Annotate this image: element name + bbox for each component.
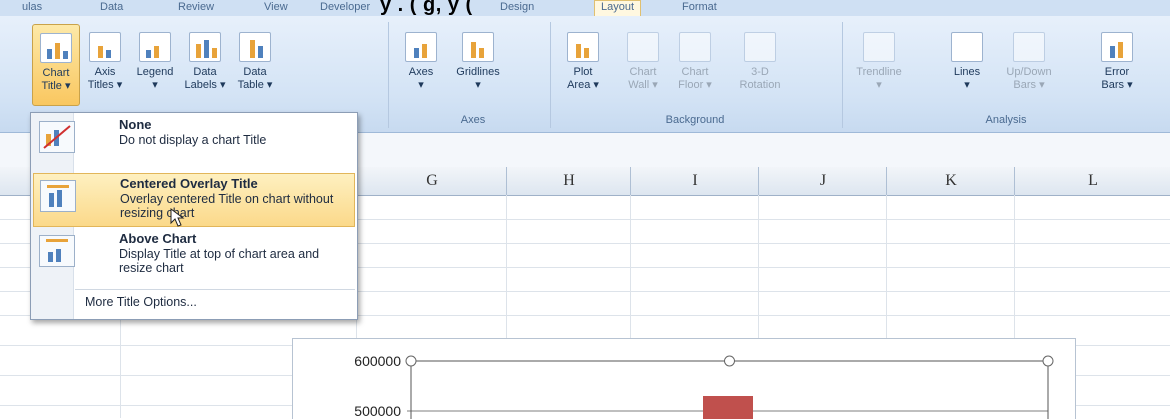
axes-icon	[405, 32, 437, 62]
resize-handle[interactable]	[405, 355, 417, 367]
data-labels-button[interactable]: Data Labels ▾	[182, 24, 228, 104]
y-tick-label: 500000	[354, 403, 401, 419]
group-label-analysis: Analysis	[985, 114, 1027, 126]
trendline-button[interactable]: Trendline ▾	[848, 24, 910, 104]
chart-floor-button[interactable]: Chart Floor ▾	[672, 24, 718, 104]
tab-formulas[interactable]: ulas	[22, 1, 42, 13]
chart-floor-icon	[679, 32, 711, 62]
legend-button[interactable]: Legend ▾	[132, 24, 178, 104]
tab-view[interactable]: View	[264, 1, 288, 13]
mouse-cursor-icon	[170, 208, 185, 227]
chart-area[interactable]: 600000 500000	[292, 338, 1076, 419]
column-header-g[interactable]: G	[356, 167, 507, 195]
menu-divider	[75, 289, 355, 290]
video-caption: y . ( g, y (	[380, 0, 473, 16]
3d-rotation-button[interactable]: 3-D Rotation	[730, 24, 790, 104]
column-header-h[interactable]: H	[506, 167, 631, 195]
no-title-icon	[39, 121, 75, 153]
group-separator	[842, 22, 843, 128]
column-header-k[interactable]: K	[886, 167, 1015, 195]
tab-data[interactable]: Data	[100, 1, 123, 13]
data-table-icon	[239, 32, 271, 62]
chart-title-button[interactable]: Chart Title ▾	[32, 24, 80, 106]
tab-developer[interactable]: Developer	[320, 1, 370, 13]
up-down-bars-button[interactable]: Up/Down Bars ▾	[1000, 24, 1058, 104]
menu-item-above-chart[interactable]: Above Chart Display Title at top of char…	[33, 229, 353, 285]
error-bars-icon	[1101, 32, 1133, 62]
legend-icon	[139, 32, 171, 62]
y-tick-label: 600000	[354, 353, 401, 369]
group-label-background: Background	[665, 114, 725, 126]
lines-icon	[951, 32, 983, 62]
data-table-button[interactable]: Data Table ▾	[232, 24, 278, 104]
group-label-axes: Axes	[460, 114, 486, 126]
resize-handle[interactable]	[724, 355, 735, 367]
trendline-icon	[863, 32, 895, 62]
axis-titles-icon	[89, 32, 121, 62]
axis-titles-button[interactable]: Axis Titles ▾	[82, 24, 128, 104]
plot-area-icon	[567, 32, 599, 62]
up-down-bars-icon	[1013, 32, 1045, 62]
gridlines-icon	[462, 32, 494, 62]
chart-title-icon	[40, 33, 72, 63]
chart-wall-button[interactable]: Chart Wall ▾	[620, 24, 666, 104]
gridlines-button[interactable]: Gridlines ▾	[448, 24, 508, 104]
axes-button[interactable]: Axes ▾	[398, 24, 444, 104]
lines-button[interactable]: Lines ▾	[944, 24, 990, 104]
group-separator	[550, 22, 551, 128]
error-bars-button[interactable]: Error Bars ▾	[1094, 24, 1140, 104]
chart-wall-icon	[627, 32, 659, 62]
menu-item-centered-overlay-title[interactable]: Centered Overlay Title Overlay centered …	[33, 173, 355, 227]
plot-area-button[interactable]: Plot Area ▾	[560, 24, 606, 104]
column-header-j[interactable]: J	[758, 167, 887, 195]
chart-plot: 600000 500000	[354, 353, 1054, 419]
centered-overlay-title-icon	[40, 180, 76, 212]
resize-handle[interactable]	[1042, 355, 1054, 367]
3d-rotation-icon	[744, 32, 776, 62]
group-separator	[388, 22, 389, 128]
column-header-l[interactable]: L	[1014, 167, 1170, 195]
menu-item-none[interactable]: None Do not display a chart Title	[33, 115, 353, 169]
data-labels-icon	[189, 32, 221, 62]
above-chart-icon	[39, 235, 75, 267]
column-header-i[interactable]: I	[630, 167, 759, 195]
tab-review[interactable]: Review	[178, 1, 214, 13]
data-bar[interactable]	[703, 396, 753, 419]
more-title-options[interactable]: More Title Options...	[85, 295, 197, 309]
chart-title-dropdown: None Do not display a chart Title Center…	[30, 112, 358, 320]
